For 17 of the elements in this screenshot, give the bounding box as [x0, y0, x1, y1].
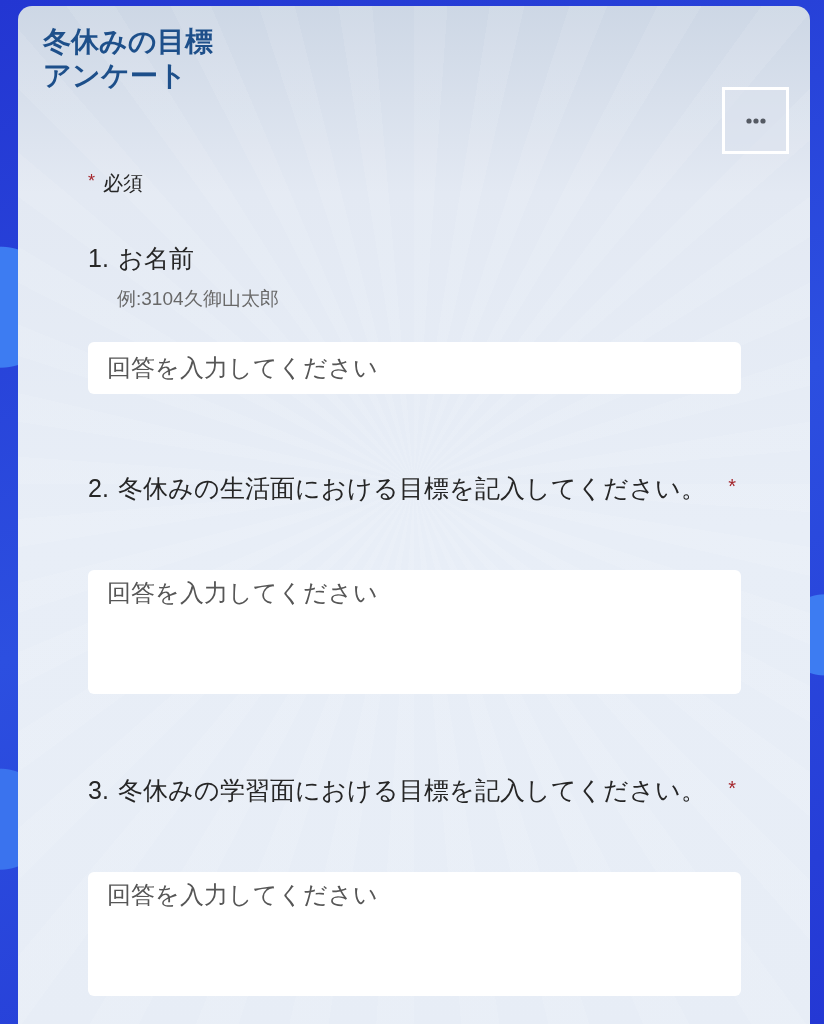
question-number: 3.: [88, 775, 109, 806]
more-icon: [745, 117, 766, 124]
answer-field[interactable]: 回答を入力してください: [88, 872, 741, 996]
more-button[interactable]: [722, 87, 789, 154]
question-label: 冬休みの学習面における目標を記入してください。: [117, 775, 707, 806]
question-label: 冬休みの生活面における目標を記入してください。: [117, 473, 707, 504]
form-title: 冬休みの目標アンケート: [43, 25, 214, 93]
answer-field[interactable]: 回答を入力してください: [88, 342, 741, 394]
required-asterisk: *: [728, 474, 737, 499]
required-asterisk: *: [728, 776, 737, 801]
question-number: 1.: [88, 243, 109, 274]
question-number: 2.: [88, 473, 109, 504]
required-asterisk: *: [88, 170, 95, 193]
question-hint: 例:3104久御山太郎: [117, 287, 279, 311]
question-label: お名前: [117, 243, 195, 274]
answer-field[interactable]: 回答を入力してください: [88, 570, 741, 694]
required-label: 必須: [103, 171, 143, 196]
